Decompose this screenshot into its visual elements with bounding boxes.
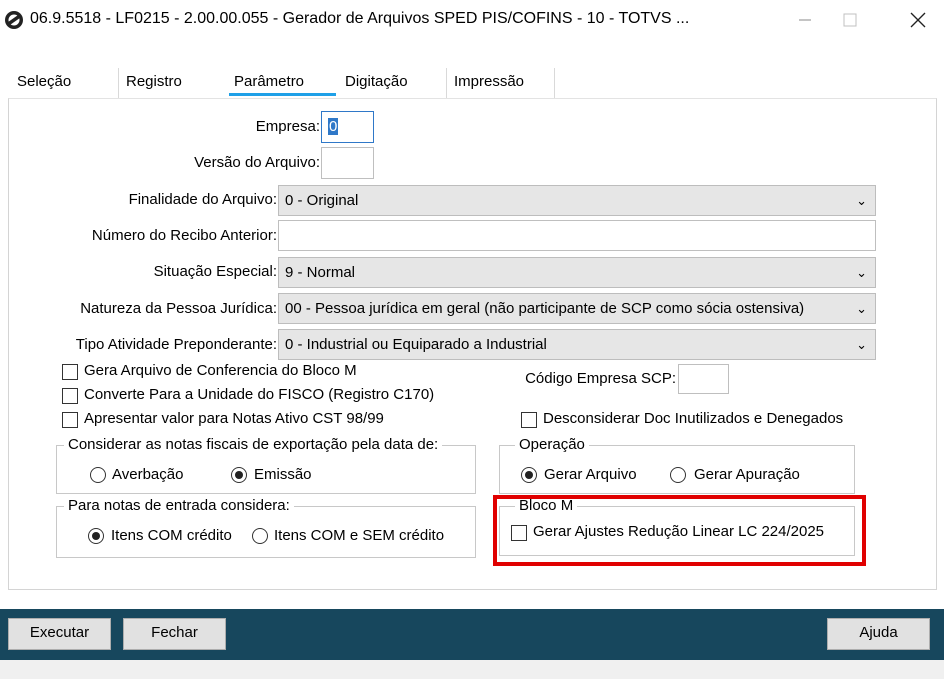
itens-com-sem-credito-radio[interactable]	[252, 528, 268, 544]
highlight-box	[493, 495, 866, 566]
bloco-m-conf-checkbox[interactable]	[62, 364, 78, 380]
natureza-label: Natureza da Pessoa Jurídica:	[80, 300, 277, 317]
empresa-value: 0	[328, 118, 339, 135]
tab-separator	[554, 68, 555, 98]
desconsiderar-label: Desconsiderar Doc Inutilizados e Denegad…	[543, 410, 844, 427]
tab-impressao[interactable]: Impressão	[454, 72, 524, 98]
empresa-label: Empresa:	[255, 118, 320, 135]
converte-fisco-label: Converte Para a Unidade do FISCO (Regist…	[84, 386, 435, 403]
valor-notas-checkbox[interactable]	[62, 412, 78, 428]
chevron-down-icon: ⌄	[856, 301, 867, 316]
entrada-group-title: Para notas de entrada considera:	[64, 497, 294, 514]
converte-fisco-checkbox[interactable]	[62, 388, 78, 404]
bloco-m-conf-label: Gera Arquivo de Conferencia do Bloco M	[84, 362, 357, 379]
tab-separator	[446, 68, 447, 98]
active-tab-indicator	[229, 93, 336, 96]
bottom-strip	[0, 660, 944, 679]
recibo-label: Número do Recibo Anterior:	[91, 227, 277, 244]
maximize-icon	[843, 13, 857, 27]
finalidade-label: Finalidade do Arquivo:	[128, 191, 277, 208]
averbacao-radio[interactable]	[90, 467, 106, 483]
minimize-icon	[799, 19, 811, 21]
valor-notas-label: Apresentar valor para Notas Ativo CST 98…	[84, 410, 384, 427]
maximize-button[interactable]	[836, 8, 866, 32]
averbacao-label: Averbação	[112, 466, 184, 483]
chevron-down-icon: ⌄	[856, 265, 867, 280]
desconsiderar-checkbox[interactable]	[521, 412, 537, 428]
natureza-select[interactable]: 00 - Pessoa jurídica em geral (não parti…	[278, 293, 876, 324]
versao-label: Versão do Arquivo:	[194, 154, 320, 171]
empresa-input[interactable]: 0	[321, 111, 374, 143]
emissao-label: Emissão	[254, 466, 312, 483]
chevron-down-icon: ⌄	[856, 193, 867, 208]
operacao-group-title: Operação	[515, 436, 589, 453]
minimize-button[interactable]	[790, 8, 820, 32]
close-icon	[910, 12, 926, 28]
versao-input[interactable]	[321, 147, 374, 179]
gerar-arquivo-radio[interactable]	[521, 467, 537, 483]
finalidade-value: 0 - Original	[285, 192, 359, 209]
atividade-label: Tipo Atividade Preponderante:	[75, 336, 277, 353]
title-bar: 06.9.5518 - LF0215 - 2.00.00.055 - Gerad…	[0, 0, 944, 40]
tab-separator	[118, 68, 119, 98]
itens-com-credito-label: Itens COM crédito	[111, 527, 232, 544]
finalidade-select[interactable]: 0 - Original ⌄	[278, 185, 876, 216]
situacao-label: Situação Especial:	[153, 263, 277, 280]
atividade-select[interactable]: 0 - Industrial ou Equiparado a Industria…	[278, 329, 876, 360]
gerar-arquivo-label: Gerar Arquivo	[544, 466, 637, 483]
codigo-scp-label: Código Empresa SCP:	[525, 370, 676, 387]
window-title: 06.9.5518 - LF0215 - 2.00.00.055 - Gerad…	[30, 10, 690, 27]
ajuda-button[interactable]: Ajuda	[827, 618, 930, 650]
gerar-apuracao-label: Gerar Apuração	[694, 466, 800, 483]
close-button[interactable]	[898, 6, 938, 34]
tab-selecao[interactable]: Seleção	[17, 72, 71, 98]
executar-button[interactable]: Executar	[8, 618, 111, 650]
emissao-radio[interactable]	[231, 467, 247, 483]
chevron-down-icon: ⌄	[856, 337, 867, 352]
itens-com-credito-radio[interactable]	[88, 528, 104, 544]
tab-digitacao[interactable]: Digitação	[345, 72, 408, 98]
tab-registro[interactable]: Registro	[126, 72, 182, 98]
codigo-scp-input[interactable]	[678, 364, 729, 394]
fechar-button[interactable]: Fechar	[123, 618, 226, 650]
recibo-input[interactable]	[278, 220, 876, 251]
exportacao-group-title: Considerar as notas fiscais de exportaçã…	[64, 436, 443, 453]
situacao-select[interactable]: 9 - Normal ⌄	[278, 257, 876, 288]
natureza-value: 00 - Pessoa jurídica em geral (não parti…	[285, 300, 805, 317]
gerar-apuracao-radio[interactable]	[670, 467, 686, 483]
atividade-value: 0 - Industrial ou Equiparado a Industria…	[285, 336, 547, 353]
itens-com-sem-credito-label: Itens COM e SEM crédito	[274, 527, 445, 544]
totvs-logo-icon	[5, 11, 23, 29]
situacao-value: 9 - Normal	[285, 264, 356, 281]
